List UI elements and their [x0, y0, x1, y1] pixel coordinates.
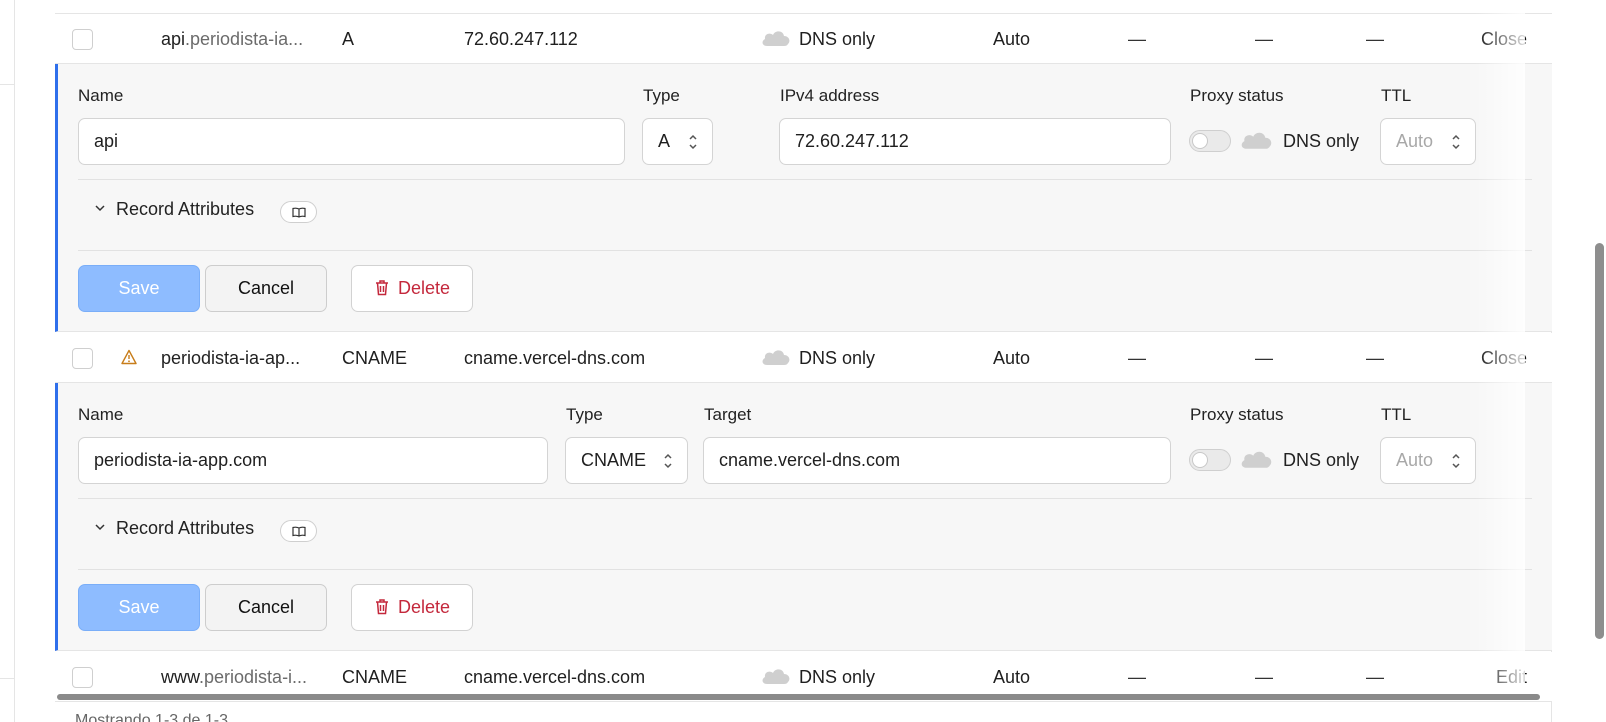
toggle-knob: [1192, 133, 1208, 149]
divider: [78, 498, 1532, 499]
proxy-status: DNS only: [761, 14, 875, 64]
divider: [78, 250, 1532, 251]
ipv4-address-input[interactable]: 72.60.247.112: [779, 118, 1171, 165]
empty-cell: —: [1366, 29, 1384, 49]
cancel-button[interactable]: Cancel: [205, 584, 327, 631]
docs-link[interactable]: [280, 520, 317, 542]
cloud-icon: [762, 350, 790, 366]
content-label: Target: [704, 405, 752, 424]
type-label: Type: [643, 86, 680, 105]
cloud-icon: [1241, 132, 1272, 149]
cloud-icon: [1241, 451, 1272, 468]
ttl-select-value: Auto: [1396, 450, 1434, 470]
ttl-label: TTL: [1381, 86, 1412, 105]
close-button[interactable]: Close: [1481, 333, 1527, 383]
docs-link[interactable]: [280, 201, 317, 223]
chevron-up-down-icon: [1452, 453, 1460, 469]
delete-label: Delete: [397, 278, 451, 298]
ttl-select[interactable]: Auto: [1380, 118, 1476, 165]
empty-cell: —: [1128, 348, 1146, 368]
proxy-status-text: DNS only: [1283, 450, 1360, 470]
table-row[interactable]: api.periodista-ia... A 72.60.247.112 DNS…: [55, 14, 1552, 64]
row-checkbox[interactable]: [72, 667, 93, 688]
ttl-select-value: Auto: [1396, 131, 1434, 151]
chevron-up-down-icon: [664, 453, 672, 469]
proxy-toggle[interactable]: [1189, 449, 1231, 471]
sidebar-divider: [0, 678, 15, 679]
empty-cell: —: [1366, 348, 1384, 368]
record-attributes-toggle[interactable]: Record Attributes: [94, 199, 254, 220]
empty-cell: —: [1128, 29, 1146, 49]
ttl-select[interactable]: Auto: [1380, 437, 1476, 484]
table-row[interactable]: periodista-ia-ap... CNAME cname.vercel-d…: [55, 333, 1552, 383]
record-editor: Name Type IPv4 address Proxy status TTL …: [55, 64, 1552, 332]
type-select[interactable]: A: [642, 118, 713, 165]
record-attributes-label: Record Attributes: [116, 518, 255, 538]
content-label: IPv4 address: [780, 86, 880, 105]
record-attributes-toggle[interactable]: Record Attributes: [94, 518, 254, 539]
proxy-status-label: Proxy status: [1190, 405, 1284, 424]
cloud-icon: [762, 31, 790, 47]
ttl-label: TTL: [1381, 405, 1412, 424]
empty-cell: —: [1255, 348, 1273, 368]
row-checkbox[interactable]: [72, 29, 93, 50]
record-content: 72.60.247.112: [464, 29, 578, 49]
delete-button[interactable]: Delete: [351, 584, 473, 631]
type-select-value: CNAME: [581, 450, 647, 470]
close-button[interactable]: Close: [1481, 14, 1527, 64]
save-button[interactable]: Save: [78, 265, 200, 312]
type-select-value: A: [658, 131, 671, 151]
name-input[interactable]: api: [78, 118, 625, 165]
record-editor: Name Type Target Proxy status TTL period…: [55, 383, 1552, 651]
record-attributes-label: Record Attributes: [116, 199, 255, 219]
previous-row-edge: [55, 0, 1552, 14]
chevron-down-icon: [95, 524, 105, 531]
warning-icon: [121, 349, 137, 365]
dns-records-table: api.periodista-ia... A 72.60.247.112 DNS…: [55, 0, 1552, 722]
sidebar-divider: [0, 84, 15, 85]
trash-icon: [375, 280, 388, 295]
proxy-toggle[interactable]: [1189, 130, 1231, 152]
empty-cell: —: [1255, 29, 1273, 49]
name-label: Name: [78, 405, 124, 424]
left-sidebar-edge: [0, 0, 15, 722]
toggle-knob: [1192, 452, 1208, 468]
chevron-up-down-icon: [1452, 134, 1460, 150]
vertical-scrollbar-thumb[interactable]: [1595, 243, 1604, 639]
horizontal-scrollbar[interactable]: [57, 694, 1540, 700]
proxy-status-label: Proxy status: [1190, 86, 1284, 105]
name-label: Name: [78, 86, 124, 105]
record-ttl: Auto: [993, 348, 1031, 368]
chevron-up-down-icon: [689, 134, 697, 150]
record-type: A: [342, 29, 355, 49]
pagination-summary: Mostrando 1-3 de 1-3: [75, 712, 228, 722]
target-input[interactable]: cname.vercel-dns.com: [703, 437, 1171, 484]
record-content: cname.vercel-dns.com: [464, 348, 646, 368]
book-icon: [292, 207, 306, 218]
delete-label: Delete: [397, 597, 451, 617]
record-ttl: Auto: [993, 29, 1031, 49]
proxy-status: DNS only: [761, 333, 875, 383]
divider: [78, 569, 1532, 570]
save-button[interactable]: Save: [78, 584, 200, 631]
chevron-down-icon: [95, 205, 105, 212]
cancel-button[interactable]: Cancel: [205, 265, 327, 312]
name-input[interactable]: periodista-ia-app.com: [78, 437, 548, 484]
record-name: periodista-ia-ap...: [161, 348, 301, 368]
row-checkbox[interactable]: [72, 348, 93, 369]
type-label: Type: [566, 405, 603, 424]
cloud-icon: [762, 669, 790, 685]
type-select[interactable]: CNAME: [565, 437, 688, 484]
proxy-status-text: DNS only: [1283, 131, 1360, 151]
record-type: CNAME: [342, 348, 408, 368]
trash-icon: [375, 599, 388, 614]
book-icon: [292, 526, 306, 537]
delete-button[interactable]: Delete: [351, 265, 473, 312]
record-name: api.periodista-ia...: [161, 29, 304, 49]
divider: [78, 179, 1532, 180]
